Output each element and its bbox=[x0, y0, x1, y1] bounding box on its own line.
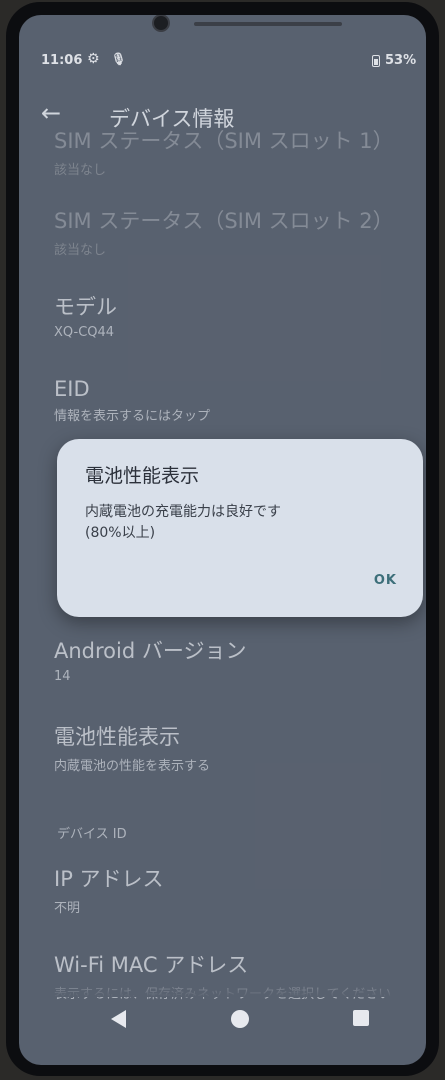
nav-back-icon[interactable] bbox=[111, 1010, 126, 1028]
battery-performance-dialog: 電池性能表示 内蔵電池の充電能力は良好です (80%以上) OK bbox=[57, 439, 423, 617]
dialog-title: 電池性能表示 bbox=[85, 465, 200, 487]
nav-home-icon[interactable] bbox=[231, 1010, 249, 1028]
dialog-message: 内蔵電池の充電能力は良好です (80%以上) bbox=[85, 504, 281, 541]
navigation-bar bbox=[19, 991, 426, 1051]
screen: 11:06 ⚙ 🎙 53% ← デバイス情報 SIM ステータス（SIM スロッ… bbox=[19, 15, 426, 1065]
nav-recents-icon[interactable] bbox=[353, 1010, 369, 1026]
ok-button[interactable]: OK bbox=[374, 573, 397, 588]
earpiece bbox=[194, 22, 342, 26]
phone-frame: 11:06 ⚙ 🎙 53% ← デバイス情報 SIM ステータス（SIM スロッ… bbox=[6, 2, 439, 1076]
